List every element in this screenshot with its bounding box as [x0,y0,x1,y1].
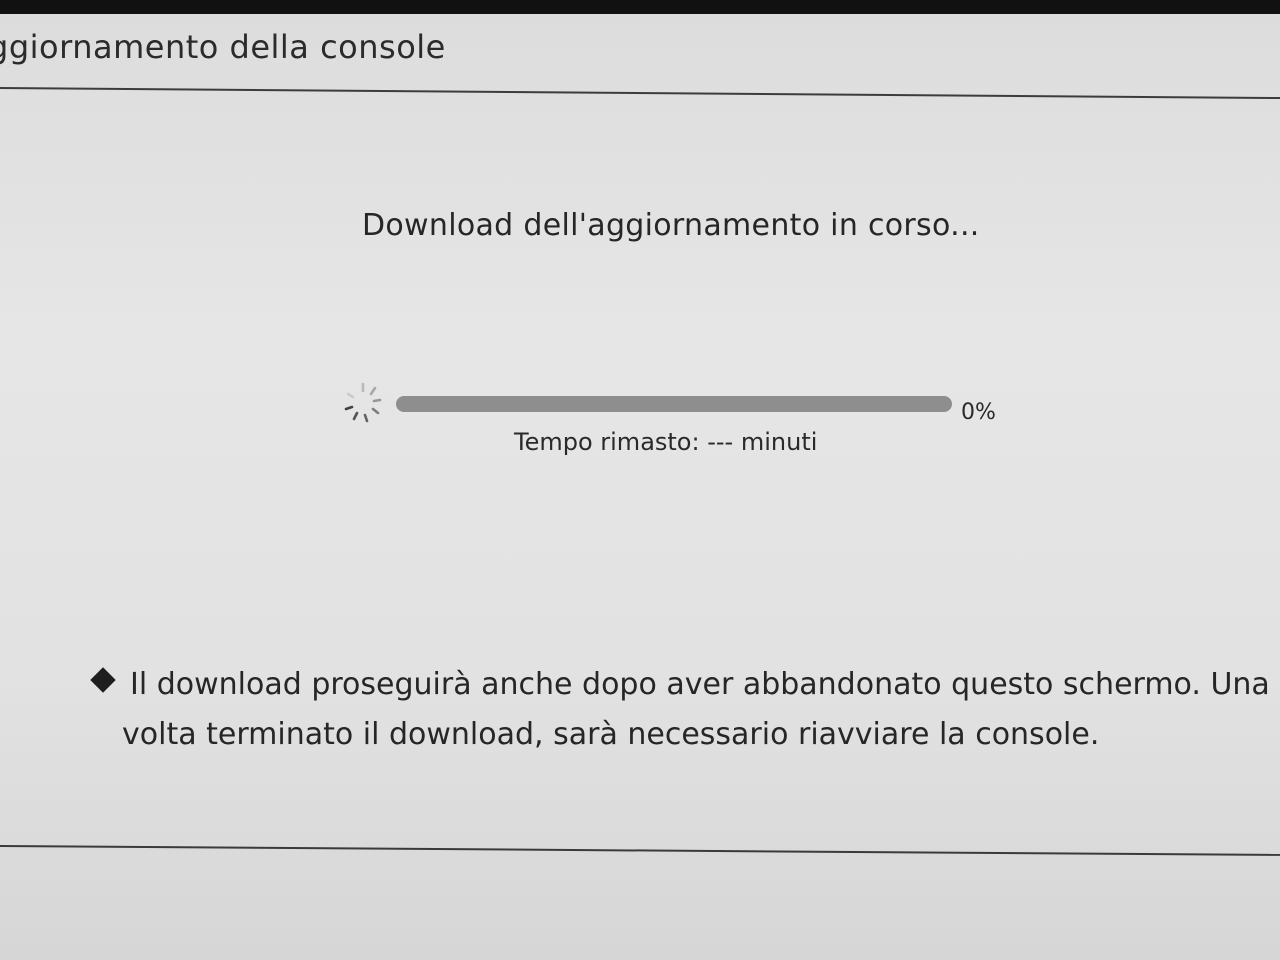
download-status-text: Download dell'aggiornamento in corso... [362,208,980,243]
note-line-2: volta terminato il download, sarà necess… [122,717,1100,752]
loading-spinner-icon [340,380,386,426]
header-divider [0,87,1280,100]
download-note: Il download proseguirà anche dopo aver a… [90,660,1272,760]
time-remaining-value: --- [707,428,734,456]
progress-percent-label: 0% [961,400,996,425]
header: ggiornamento della console [0,28,1280,66]
page-title: ggiornamento della console [0,28,446,66]
note-line-1: Il download proseguirà anche dopo aver a… [130,667,1270,702]
screen-bezel [0,0,1280,14]
time-remaining-label: Tempo rimasto: [514,428,700,456]
download-progress-bar [396,396,952,412]
footer-divider [0,845,1280,856]
system-update-screen: ggiornamento della console Download dell… [0,0,1280,960]
time-remaining-unit: minuti [740,428,818,456]
time-remaining: Tempo rimasto: --- minuti [514,428,817,456]
